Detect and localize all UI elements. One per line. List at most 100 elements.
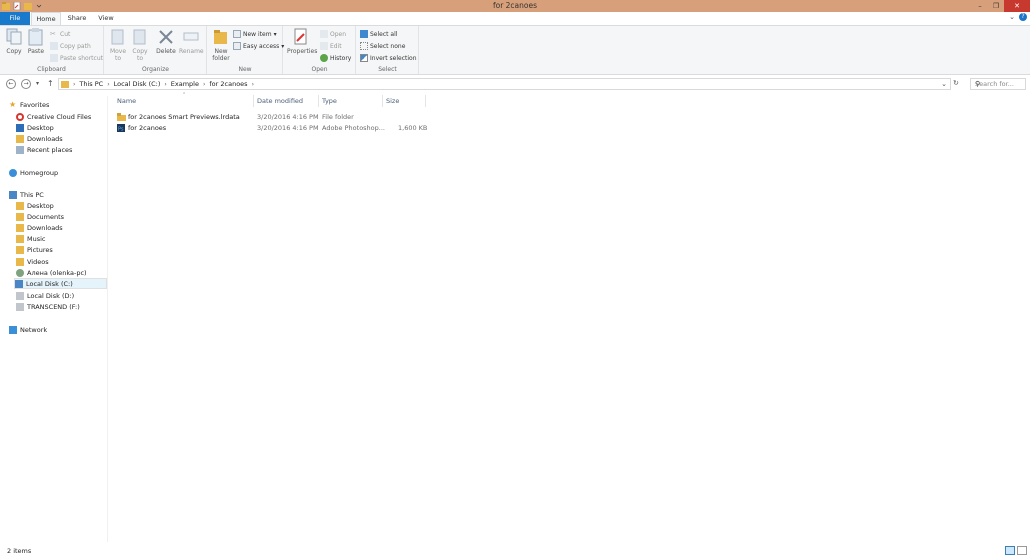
svg-text:Ps: Ps xyxy=(118,127,124,133)
nav-music[interactable]: Music xyxy=(16,233,46,244)
recent-locations-dropdown[interactable]: ▾ xyxy=(36,80,39,87)
column-divider[interactable] xyxy=(425,95,426,107)
organize-group: Move to Copy to Delete Rename Organize xyxy=(105,26,207,74)
nav-network-user[interactable]: Алена (olenka-pc) xyxy=(16,267,87,278)
file-date: 3/20/2016 4:16 PM xyxy=(257,113,319,121)
desktop-icon xyxy=(16,123,24,132)
nav-recent-places[interactable]: Recent places xyxy=(16,144,72,155)
easy-access-button[interactable]: Easy access ▾ xyxy=(233,41,284,51)
paste-shortcut-button[interactable]: Paste shortcut xyxy=(50,53,103,63)
column-date-modified[interactable]: Date modified xyxy=(257,97,303,107)
nav-creative-cloud-files[interactable]: Creative Cloud Files xyxy=(16,111,91,122)
breadcrumb-for-2canoes[interactable]: for 2canoes xyxy=(209,80,247,88)
chevron-right-icon: › xyxy=(202,80,206,88)
tab-home[interactable]: Home xyxy=(31,12,61,25)
user-icon xyxy=(16,268,24,277)
close-button[interactable]: ✕ xyxy=(1004,0,1030,12)
nav-documents[interactable]: Documents xyxy=(16,211,64,222)
invert-selection-button[interactable]: Invert selection xyxy=(360,53,417,63)
breadcrumb-this-pc[interactable]: This PC xyxy=(79,80,103,88)
tab-share[interactable]: Share xyxy=(63,12,91,25)
chevron-right-icon: › xyxy=(73,80,76,88)
restore-button[interactable]: ❐ xyxy=(988,0,1004,12)
help-icon[interactable]: ? xyxy=(1019,13,1027,21)
chevron-right-icon: › xyxy=(251,80,254,88)
nav-local-disk-c[interactable]: Local Disk (C:) xyxy=(14,278,107,289)
clipboard-group: Copy Paste ✂ Cut Copy path Paste shortcu… xyxy=(0,26,104,74)
folder-icon xyxy=(16,234,24,243)
select-group: Select all Select none Invert selection … xyxy=(357,26,419,74)
column-name[interactable]: Name xyxy=(117,97,136,107)
title-bar: for 2canoes – ❐ ✕ xyxy=(0,0,1030,12)
chevron-down-icon[interactable]: ⌄ xyxy=(1009,13,1015,21)
nav-local-disk-d[interactable]: Local Disk (D:) xyxy=(16,290,74,301)
column-divider[interactable] xyxy=(253,95,254,107)
select-none-button[interactable]: Select none xyxy=(360,41,405,51)
file-size: 1,600 KB xyxy=(398,124,428,132)
forward-button[interactable]: → xyxy=(21,79,31,89)
copy-path-icon xyxy=(50,42,58,50)
column-type[interactable]: Type xyxy=(322,97,337,107)
breadcrumb-local-disk[interactable]: Local Disk (C:) xyxy=(114,80,161,88)
nav-transcend-f[interactable]: TRANSCEND (F:) xyxy=(16,301,80,312)
folder-icon xyxy=(16,212,24,221)
nav-videos[interactable]: Videos xyxy=(16,256,49,267)
select-all-button[interactable]: Select all xyxy=(360,29,397,39)
address-bar[interactable]: › This PC › Local Disk (C:) › Example › … xyxy=(58,78,951,90)
refresh-icon[interactable]: ↻ xyxy=(953,79,959,87)
copy-to-button[interactable]: Copy to xyxy=(130,28,150,62)
column-divider[interactable] xyxy=(318,95,319,107)
breadcrumb-example[interactable]: Example xyxy=(171,80,199,88)
nav-this-pc[interactable]: This PC xyxy=(9,189,44,200)
minimize-button[interactable]: – xyxy=(972,0,988,12)
nav-favorites[interactable]: ★ Favorites xyxy=(9,99,49,110)
paste-button[interactable]: Paste xyxy=(26,28,46,55)
chevron-down-icon[interactable]: ⌄ xyxy=(941,80,947,88)
nav-favorites-downloads[interactable]: Downloads xyxy=(16,133,63,144)
sort-ascending-icon: ⌃ xyxy=(182,92,187,98)
delete-icon xyxy=(159,30,173,44)
drive-icon xyxy=(15,279,23,288)
up-button[interactable]: ↑ xyxy=(47,79,54,88)
back-button[interactable]: ← xyxy=(6,79,16,89)
file-row[interactable]: Ps for 2canoes 3/20/2016 4:16 PM Adobe P… xyxy=(115,123,435,134)
edit-button[interactable]: Edit xyxy=(320,41,342,51)
computer-icon xyxy=(9,190,17,199)
move-to-button[interactable]: Move to xyxy=(108,28,128,62)
new-item-button[interactable]: New item ▾ xyxy=(233,29,277,39)
copy-path-button[interactable]: Copy path xyxy=(50,41,91,51)
search-icon: ⚲ xyxy=(975,80,981,88)
new-folder-button[interactable]: New folder xyxy=(210,28,232,62)
file-name: for 2canoes xyxy=(128,124,167,132)
column-divider[interactable] xyxy=(382,95,383,107)
nav-downloads[interactable]: Downloads xyxy=(16,222,63,233)
copy-button[interactable]: Copy xyxy=(4,28,24,55)
ribbon-tabs: File Home Share View ⌄ ? xyxy=(0,12,1030,25)
file-row[interactable]: for 2canoes Smart Previews.lrdata 3/20/2… xyxy=(115,112,435,123)
properties-button[interactable]: Properties xyxy=(287,28,317,55)
recent-places-icon xyxy=(16,145,24,154)
rename-button[interactable]: Rename xyxy=(179,28,204,55)
nav-homegroup[interactable]: Homegroup xyxy=(9,167,58,178)
history-button[interactable]: History xyxy=(320,53,351,63)
column-size[interactable]: Size xyxy=(386,97,399,107)
tab-file[interactable]: File xyxy=(0,12,30,25)
invert-selection-icon xyxy=(360,54,368,62)
paste-shortcut-icon xyxy=(50,54,58,62)
nav-desktop[interactable]: Desktop xyxy=(16,200,54,211)
history-icon xyxy=(320,54,328,62)
edit-icon xyxy=(320,42,328,50)
details-view-button[interactable] xyxy=(1005,546,1015,555)
search-input[interactable]: Search for... ⚲ xyxy=(970,78,1026,90)
tab-view[interactable]: View xyxy=(93,12,119,25)
nav-favorites-desktop[interactable]: Desktop xyxy=(16,122,54,133)
easy-access-icon xyxy=(233,42,241,50)
large-icons-view-button[interactable] xyxy=(1017,546,1027,555)
open-button[interactable]: Open xyxy=(320,29,346,39)
new-group: New folder New item ▾ Easy access ▾ New xyxy=(208,26,284,74)
nav-network[interactable]: Network xyxy=(9,324,47,335)
nav-pictures[interactable]: Pictures xyxy=(16,244,53,255)
folder-icon xyxy=(16,245,24,254)
cut-button[interactable]: ✂ Cut xyxy=(50,29,70,39)
delete-button[interactable]: Delete xyxy=(155,28,177,55)
